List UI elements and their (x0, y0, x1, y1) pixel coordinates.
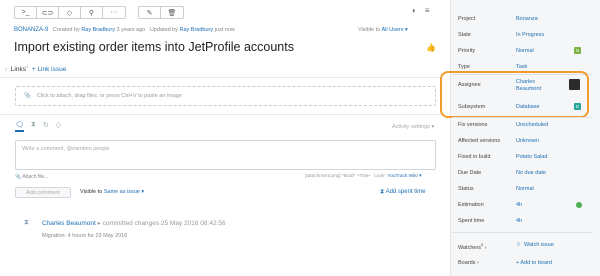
activity-entry: Charles Beaumont ▸ committed changes 25 … (42, 220, 226, 227)
field-due-date-name: Due Date (458, 170, 482, 176)
star-icon: ☆ (516, 242, 521, 248)
tag-button[interactable]: ◇ (59, 7, 81, 18)
field-fix-versions-name: Fix versions (458, 122, 488, 128)
issue-toolbar: >_ ⊂⊃ ◇ ⚲ ··· (14, 6, 126, 19)
field-priority-value[interactable]: Normal (516, 48, 534, 54)
hourglass-tab-icon[interactable]: ⧗ (31, 121, 36, 132)
more-button[interactable]: ··· (103, 7, 125, 18)
issue-title: Import existing order items into JetProf… (14, 40, 294, 54)
estimation-status-icon (576, 202, 582, 208)
comment-input[interactable]: Write a comment, @mention people (15, 140, 436, 170)
field-priority-name: Priority (458, 48, 476, 54)
field-type-name: Type (458, 64, 470, 70)
contrast-icon[interactable]: ◐ (412, 6, 417, 15)
link-icon: ⊂⊃ (41, 9, 54, 17)
field-spent-time-name: Spent time (458, 218, 485, 224)
priority-badge: N (574, 47, 581, 54)
edit-toolbar: ✎ 🗑 (138, 6, 184, 19)
vcs-entry-icon: ⧗ (24, 219, 29, 226)
tag-icon: ◇ (66, 9, 73, 17)
user-button[interactable]: ⚲ (81, 7, 103, 18)
watch-issue-button[interactable]: ☆ Watch issue (516, 242, 554, 248)
activity-entry-detail: Migration: 4 hours for 23 May 2016 (42, 233, 128, 239)
user-icon: ⚲ (88, 9, 95, 17)
field-type-value[interactable]: Task (516, 64, 527, 70)
comments-tab-icon[interactable]: 🗨 (15, 121, 24, 132)
hourglass-icon: ⧗ (380, 189, 385, 195)
attach-dropzone[interactable]: 📎 Click to attach, drag files, or press … (15, 86, 436, 106)
markup-hint: [attachment.png] *Bold* +Title+ `code` Y… (305, 174, 422, 179)
command-button[interactable]: >_ (15, 7, 37, 18)
field-estimation-value[interactable]: 4h (516, 202, 522, 208)
link-issue-button[interactable]: + Link issue (32, 66, 67, 73)
vote-icon[interactable]: 👍 (426, 43, 436, 52)
comment-visibility-selector[interactable]: Same as issue ▾ (104, 189, 144, 195)
panel-divider (452, 232, 592, 233)
issue-visibility: Visible to All Users ▾ (358, 27, 408, 33)
paperclip-icon: 📎 (15, 174, 22, 180)
links-row: › Links1 + Link issue (5, 64, 66, 73)
attach-file-link[interactable]: 📎 Attach file... (15, 174, 48, 180)
creator-link[interactable]: Ray Bradbury (81, 27, 115, 33)
section-divider (0, 77, 442, 78)
edit-icon: ✎ (146, 9, 153, 17)
updater-link[interactable]: Ray Bradbury (180, 27, 214, 33)
highlight-outline (440, 71, 589, 118)
activity-tabs: 🗨 ⧗ ↻ ◇ (15, 121, 61, 132)
command-icon: >_ (21, 9, 30, 16)
boards-label[interactable]: Boards › (458, 260, 479, 266)
field-due-date-value[interactable]: No due date (516, 170, 546, 176)
watchers-label[interactable]: Watchers0 › (458, 242, 487, 251)
edit-button[interactable]: ✎ (139, 7, 161, 18)
wiki-help-link[interactable]: YouTrack Wiki (387, 174, 417, 179)
links-count: 1 (25, 64, 29, 69)
entry-author-link[interactable]: Charles Beaumont (42, 220, 96, 227)
issue-id[interactable]: BONANZA-9 (14, 27, 48, 33)
panel-divider (452, 117, 592, 118)
field-status-value[interactable]: Normal (516, 186, 534, 192)
field-fixed-in-build-value[interactable]: Potato Salad (516, 154, 548, 160)
vcs-tab-icon[interactable]: ◇ (56, 121, 61, 132)
comment-visibility: Visible to Same as issue ▾ (80, 189, 145, 195)
field-state-value[interactable]: In Progress (516, 32, 544, 38)
delete-button[interactable]: 🗑 (161, 7, 183, 18)
field-affected-versions-value[interactable]: Unknown (516, 138, 539, 144)
field-status-name: Status (458, 186, 474, 192)
activity-settings[interactable]: Activity settings ▾ (392, 124, 434, 130)
add-comment-button[interactable]: Add comment (15, 187, 71, 198)
add-spent-time-button[interactable]: ⧗ Add spent time (380, 189, 426, 196)
field-state-name: State (458, 32, 471, 38)
links-label[interactable]: Links (11, 66, 26, 73)
field-estimation-name: Estimation (458, 202, 484, 208)
menu-icon[interactable]: ≡ (425, 6, 430, 15)
field-project-value[interactable]: Bonanza (516, 16, 538, 22)
link-button[interactable]: ⊂⊃ (37, 7, 59, 18)
paperclip-icon: 📎 (24, 93, 31, 99)
history-tab-icon[interactable]: ↻ (43, 121, 49, 132)
view-options: ◐ ≡ (412, 6, 430, 15)
add-to-board-button[interactable]: + Add to board (516, 260, 552, 266)
field-affected-versions-name: Affected versions (458, 138, 501, 144)
field-fixed-in-build-name: Fixed in build (458, 154, 491, 160)
chevron-right-icon[interactable]: › (5, 66, 7, 73)
section-divider (0, 114, 442, 115)
field-fix-versions-value[interactable]: Unscheduled (516, 122, 548, 128)
field-project-name: Project (458, 16, 476, 22)
delete-icon: 🗑 (167, 9, 177, 17)
visibility-selector[interactable]: All Users (381, 27, 403, 33)
field-spent-time-value[interactable]: 4h (516, 218, 522, 224)
more-icon: ··· (110, 9, 118, 16)
issue-meta: BONANZA-9 Created by Ray Bradbury 3 year… (14, 27, 235, 33)
